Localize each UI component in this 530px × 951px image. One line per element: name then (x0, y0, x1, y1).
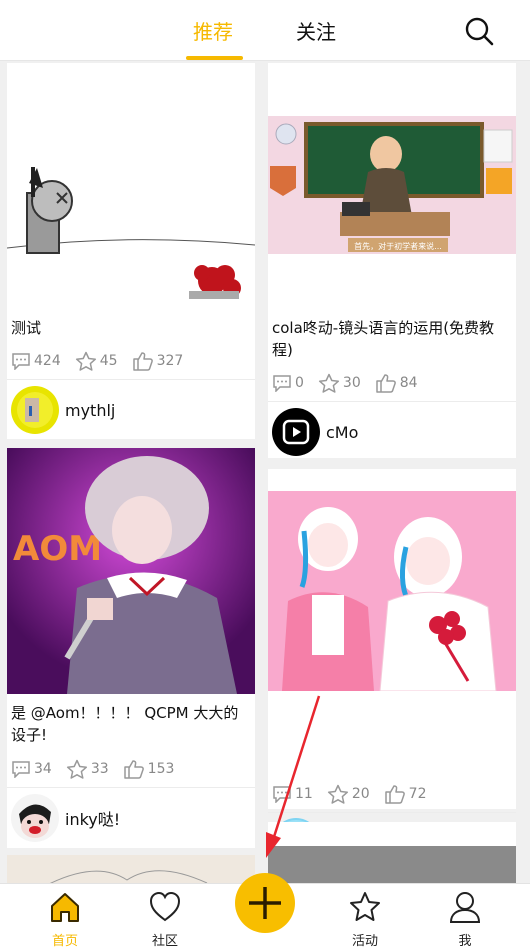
post-author[interactable]: cMo (272, 407, 358, 457)
comment-icon (273, 786, 291, 803)
nav-home[interactable]: 首页 (30, 890, 100, 949)
nav-me[interactable]: 我 (430, 890, 500, 949)
post-image[interactable]: AOM (7, 448, 255, 694)
like-count[interactable]: 153 (123, 759, 175, 779)
comment-count-value: 11 (295, 786, 313, 802)
nav-community[interactable]: 社区 (130, 890, 200, 949)
comment-count[interactable]: 11 (272, 785, 313, 803)
active-tab-indicator (186, 56, 243, 60)
star-icon (75, 351, 96, 371)
like-count-value: 327 (156, 353, 184, 369)
post-stats: 34 33 153 (11, 758, 188, 780)
post-image[interactable] (7, 855, 255, 883)
star-icon (318, 373, 339, 393)
post-card[interactable] (7, 855, 255, 883)
svg-text:AOM: AOM (13, 529, 102, 569)
star-icon (327, 784, 348, 804)
divider (7, 379, 255, 380)
like-count-value: 153 (147, 761, 175, 777)
post-author[interactable]: mythlj (11, 385, 115, 435)
star-icon (66, 759, 87, 779)
like-count[interactable]: 327 (132, 351, 184, 371)
author-name: mythlj (65, 400, 116, 420)
star-count-value: 30 (342, 375, 361, 391)
search-icon[interactable] (464, 16, 494, 46)
like-count-value: 72 (408, 786, 427, 802)
post-stats: 0 30 84 (272, 372, 432, 394)
comment-icon (12, 761, 30, 778)
post-stats: 424 45 327 (11, 350, 197, 372)
post-card[interactable] (268, 822, 516, 883)
comment-count-value: 34 (34, 761, 52, 777)
divider (268, 401, 516, 402)
thumbs-up-icon (123, 760, 144, 779)
like-count[interactable]: 72 (384, 784, 427, 804)
divider (268, 812, 516, 813)
star-count-value: 45 (99, 353, 118, 369)
like-count-value: 84 (399, 375, 418, 391)
divider (7, 787, 255, 788)
star-count[interactable]: 45 (75, 351, 118, 371)
post-image[interactable] (7, 63, 255, 309)
avatar[interactable] (11, 794, 59, 842)
tab-following[interactable]: 关注 (296, 16, 336, 45)
author-name: cMo (326, 422, 359, 442)
nav-activity[interactable]: 活动 (330, 890, 400, 949)
star-count-value: 20 (351, 786, 370, 802)
heart-icon (149, 891, 181, 922)
comment-count[interactable]: 424 (11, 352, 61, 370)
nav-home-label: 首页 (51, 934, 78, 949)
create-post-button[interactable] (235, 873, 295, 933)
star-count-value: 33 (90, 761, 109, 777)
nav-community-label: 社区 (151, 934, 178, 949)
avatar[interactable] (272, 408, 320, 456)
top-bar: 推荐 关注 (0, 0, 530, 61)
nav-activity-label: 活动 (351, 934, 378, 949)
post-title: 测试 (11, 319, 42, 337)
author-name: inky哒! (65, 810, 121, 829)
post-title: cola咚动-镜头语言的运用(免费教程) (272, 319, 495, 359)
post-card[interactable]: AOM 是 @Aom！！！！ QCPM 大大的设子! 34 33 153 ink… (7, 448, 255, 848)
thumbs-up-icon (384, 785, 405, 804)
comment-icon (273, 375, 291, 392)
post-image[interactable]: 首先，对于初学者来说... (268, 116, 516, 254)
tab-recommended[interactable]: 推荐 (193, 16, 233, 45)
comment-icon (12, 353, 30, 370)
comment-count-value: 424 (34, 353, 61, 369)
like-count[interactable]: 84 (375, 373, 418, 393)
classroom-caption: 首先，对于初学者来说... (354, 241, 442, 251)
post-card[interactable]: 测试 424 45 327 mythlj (7, 63, 255, 439)
comment-count-value: 0 (295, 375, 304, 391)
star-icon (350, 892, 380, 921)
thumbs-up-icon (132, 352, 153, 371)
feed: 测试 424 45 327 mythlj AOM 是 @Aom！！！！ QCPM… (0, 61, 530, 883)
post-title: 是 @Aom！！！！ QCPM 大大的设子! (11, 704, 239, 744)
plus-icon (249, 887, 281, 919)
home-icon (51, 893, 79, 922)
post-card[interactable]: 首先，对于初学者来说... cola咚动-镜头语言的运用(免费教程) 0 30 … (268, 63, 516, 458)
post-image[interactable] (268, 491, 516, 691)
thumbs-up-icon (376, 374, 396, 393)
star-count[interactable]: 20 (327, 784, 370, 804)
star-count[interactable]: 33 (66, 759, 109, 779)
comment-count[interactable]: 0 (272, 374, 304, 392)
post-stats: 11 20 72 (272, 783, 440, 805)
user-icon (449, 892, 481, 923)
post-image[interactable] (268, 846, 516, 883)
post-author[interactable]: inky哒! (11, 793, 120, 843)
comment-count[interactable]: 34 (11, 760, 52, 778)
nav-me-label: 我 (458, 934, 472, 949)
post-card[interactable]: 11 20 72 小捷 (268, 469, 516, 866)
avatar[interactable] (11, 386, 59, 434)
star-count[interactable]: 30 (318, 373, 361, 393)
